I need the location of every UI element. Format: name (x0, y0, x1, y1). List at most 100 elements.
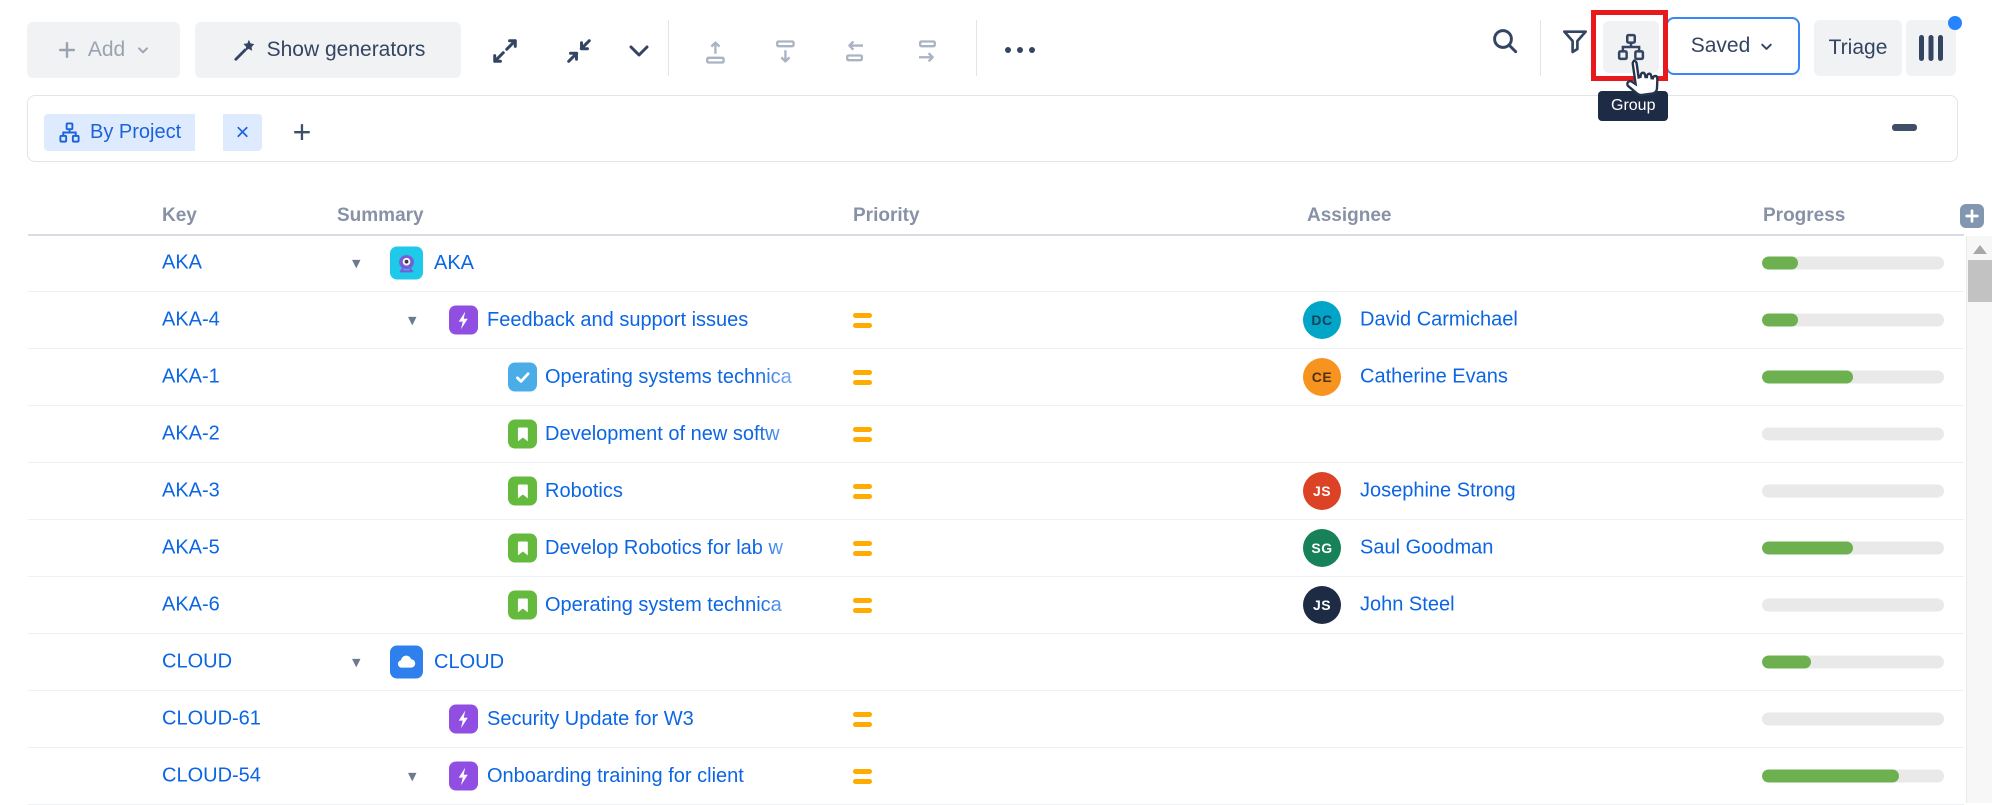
assignee-avatar: JS (1303, 472, 1341, 510)
issue-summary-link[interactable]: Onboarding training for client (487, 765, 744, 787)
saved-dropdown-button[interactable]: Saved (1666, 17, 1800, 75)
more-button[interactable] (1000, 40, 1040, 60)
move-up-icon (702, 36, 730, 68)
summary-cell: Robotics (545, 476, 850, 506)
issue-type-icon (449, 705, 478, 734)
priority-medium-icon (853, 595, 872, 615)
table-row: AKA-4 ▾ Feedback and support issues DC D… (28, 292, 1964, 349)
issue-type-icon (508, 591, 537, 620)
scroll-up-arrow-icon[interactable] (1973, 245, 1987, 254)
expand-toggle-icon[interactable]: ▾ (352, 255, 361, 272)
chevron-down-icon (1758, 38, 1775, 55)
chevron-down-icon (135, 42, 151, 58)
issue-summary-link[interactable]: CLOUD (434, 651, 504, 673)
assignee-avatar: SG (1303, 529, 1341, 567)
group-button[interactable] (1603, 21, 1659, 73)
summary-cell: Operating system technica (545, 590, 850, 620)
expand-toggle-icon[interactable]: ▾ (408, 312, 417, 329)
group-by-project-chip[interactable]: By Project (44, 114, 195, 151)
expand-toggle-icon[interactable]: ▾ (408, 768, 417, 785)
issue-key-link[interactable]: AKA-5 (162, 537, 220, 560)
issue-summary-link[interactable]: Security Update for W3 (487, 708, 694, 730)
progress-bar (1762, 428, 1944, 441)
assignee-link[interactable]: John Steel (1360, 594, 1455, 617)
vertical-scrollbar[interactable] (1966, 236, 1992, 803)
filter-button[interactable] (1558, 24, 1592, 58)
issue-key-link[interactable]: AKA-6 (162, 594, 220, 617)
add-grouping-button[interactable]: + (280, 110, 324, 154)
assignee-link[interactable]: Josephine Strong (1360, 480, 1516, 503)
add-button[interactable]: Add (27, 22, 180, 78)
assignee-link[interactable]: Catherine Evans (1360, 366, 1508, 389)
group-tooltip: Group (1598, 91, 1668, 121)
add-column-button[interactable] (1960, 204, 1984, 228)
issue-key-link[interactable]: AKA-4 (162, 309, 220, 332)
issue-key-link[interactable]: AKA-2 (162, 423, 220, 446)
expand-all-button[interactable] (488, 34, 522, 68)
issue-summary-link[interactable]: Operating system technica (545, 594, 782, 616)
chip-close-button[interactable]: × (223, 114, 262, 151)
triage-button[interactable]: Triage (1814, 20, 1902, 76)
issue-type-icon (449, 306, 478, 335)
column-header-key[interactable]: Key (162, 205, 197, 227)
issue-key-link[interactable]: AKA-1 (162, 366, 220, 389)
priority-medium-icon (853, 538, 872, 558)
expand-all-icon (489, 35, 521, 67)
columns-button[interactable] (1906, 20, 1956, 76)
more-icon (1002, 44, 1038, 56)
move-left-icon (842, 36, 870, 68)
column-header-progress[interactable]: Progress (1763, 205, 1845, 227)
issue-type-icon (508, 363, 537, 392)
issue-key-link[interactable]: CLOUD (162, 651, 232, 674)
issue-key-link[interactable]: AKA (162, 252, 202, 275)
table-row: AKA ▾ AKA (28, 235, 1964, 292)
assignee-avatar: CE (1303, 358, 1341, 396)
progress-bar (1762, 542, 1944, 555)
issue-summary-link[interactable]: Feedback and support issues (487, 309, 748, 331)
move-up-button[interactable] (702, 36, 730, 68)
search-button[interactable] (1488, 24, 1522, 58)
toolbar-divider (976, 20, 977, 76)
issue-summary-link[interactable]: AKA (434, 252, 474, 274)
view-bar-panel: By Project × + (27, 95, 1958, 162)
table-row: AKA-5 Develop Robotics for lab w SG Saul… (28, 520, 1964, 577)
issue-summary-link[interactable]: Operating systems technica (545, 366, 792, 388)
column-header-summary[interactable]: Summary (337, 205, 424, 227)
issue-summary-link[interactable]: Development of new softw (545, 423, 780, 445)
issue-type-icon (508, 420, 537, 449)
move-left-button[interactable] (842, 36, 870, 68)
column-header-assignee[interactable]: Assignee (1307, 205, 1391, 227)
issue-summary-link[interactable]: Develop Robotics for lab w (545, 537, 783, 559)
collapse-all-button[interactable] (562, 34, 596, 68)
priority-medium-icon (853, 709, 872, 729)
move-down-button[interactable] (772, 36, 800, 68)
issue-key-link[interactable]: CLOUD-54 (162, 765, 261, 788)
column-header-priority[interactable]: Priority (853, 205, 920, 227)
table-row: CLOUD ▾ CLOUD (28, 634, 1964, 691)
assignee-link[interactable]: Saul Goodman (1360, 537, 1493, 560)
assignee-avatar: JS (1303, 586, 1341, 624)
move-down-icon (772, 36, 800, 68)
columns-icon (1917, 33, 1945, 63)
table-row: AKA-2 Development of new softw (28, 406, 1964, 463)
search-icon (1489, 25, 1521, 57)
collapse-panel-button[interactable] (1892, 124, 1917, 131)
notification-dot (1948, 16, 1962, 30)
issue-key-link[interactable]: AKA-3 (162, 480, 220, 503)
show-generators-button[interactable]: Show generators (195, 22, 461, 78)
issue-summary-link[interactable]: Robotics (545, 480, 623, 502)
issue-type-icon (508, 534, 537, 563)
scrollbar-thumb[interactable] (1968, 260, 1992, 302)
top-toolbar: Add Show generators (0, 0, 1992, 95)
expand-level-chevron-button[interactable] (624, 40, 654, 64)
summary-cell: Operating systems technica (545, 362, 850, 392)
move-right-button[interactable] (912, 36, 940, 68)
expand-toggle-icon[interactable]: ▾ (352, 654, 361, 671)
plus-icon (56, 39, 78, 61)
issue-key-link[interactable]: CLOUD-61 (162, 708, 261, 731)
add-button-label: Add (88, 38, 125, 62)
assignee-link[interactable]: David Carmichael (1360, 309, 1518, 332)
saved-label: Saved (1691, 34, 1751, 58)
group-by-icon (58, 121, 81, 144)
priority-medium-icon (853, 481, 872, 501)
